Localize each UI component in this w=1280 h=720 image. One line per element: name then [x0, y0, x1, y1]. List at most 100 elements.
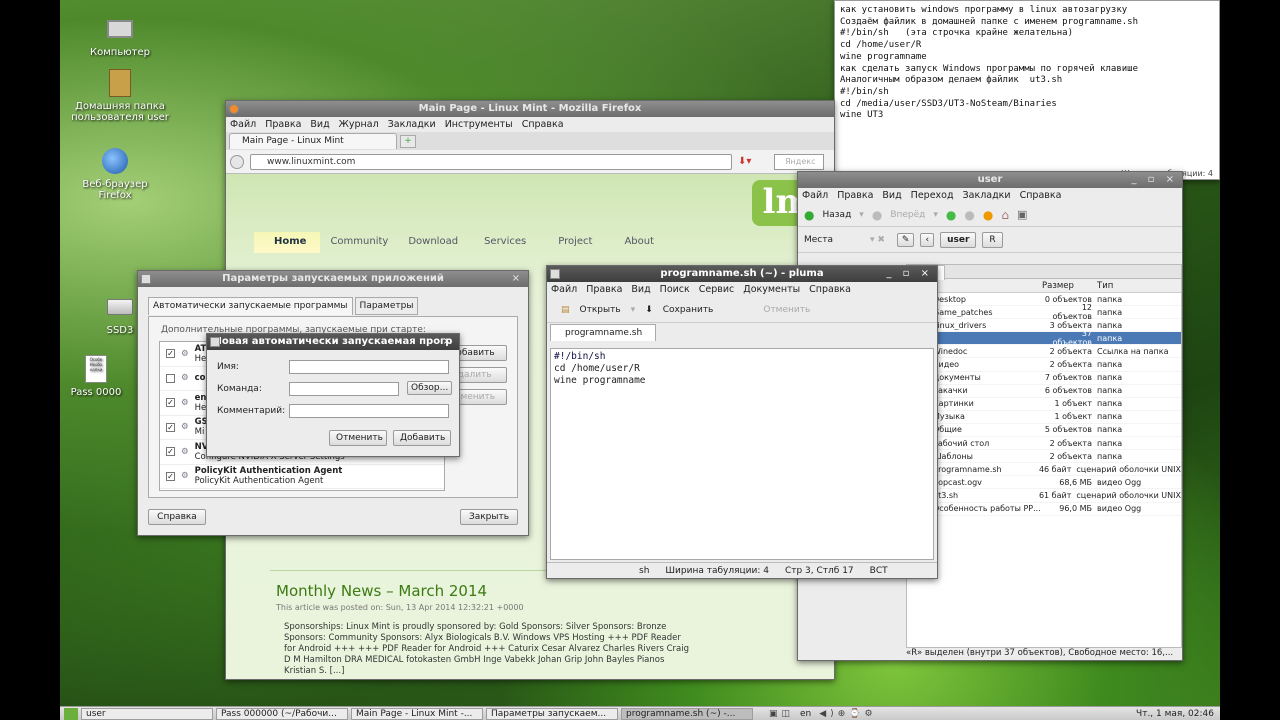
tab-autostart[interactable]: Автоматически запускаемые программы [148, 297, 353, 315]
nav-community[interactable]: Community [320, 232, 398, 253]
keyboard-layout[interactable]: en [800, 709, 811, 719]
tab-width-selector[interactable]: Ширина табуляции: 4 [665, 566, 769, 576]
task-pluma[interactable]: programname.sh (~) -... [621, 707, 753, 720]
nav-home[interactable]: Home [254, 232, 321, 253]
open-button[interactable]: Открыть [580, 305, 621, 315]
file-row[interactable]: Документы 7 объектов папка [907, 372, 1181, 385]
file-row[interactable]: Шаблоны 2 объекта папка [907, 450, 1181, 464]
menu-history[interactable]: Журнал [339, 117, 379, 132]
notes-text[interactable]: как установить windows программу в linux… [835, 1, 1219, 126]
desktop-icon-firefox[interactable]: Веб-браузер Firefox [65, 146, 165, 201]
file-row[interactable]: Музыка 1 объект папка [907, 411, 1181, 424]
pluma-tab[interactable]: programname.sh [550, 323, 656, 341]
computer-icon[interactable]: ▣ [1017, 208, 1027, 221]
nav-services[interactable]: Services [468, 232, 542, 253]
pluma-menu-documents[interactable]: Документы [743, 282, 800, 297]
startup-checkbox[interactable]: ✓ [166, 447, 175, 457]
menu-help[interactable]: Справка [522, 117, 564, 132]
pluma-menu-edit[interactable]: Правка [586, 282, 622, 297]
col-size[interactable]: Размер [1042, 279, 1092, 292]
menu-bookmarks[interactable]: Закладки [388, 117, 436, 132]
add-confirm-button[interactable]: Добавить [393, 430, 451, 446]
open-icon[interactable]: ▤ [561, 305, 570, 315]
window-controls[interactable]: _ ▫ × [1131, 172, 1178, 188]
back-button[interactable] [230, 154, 244, 169]
fm-menu-view[interactable]: Вид [882, 188, 901, 203]
file-row[interactable]: R37 объектовпапка [907, 329, 1181, 347]
browse-button[interactable]: Обзор... [407, 381, 453, 395]
fm-titlebar[interactable]: user _ ▫ × [798, 172, 1182, 188]
browser-tab[interactable]: Main Page - Linux Mint [229, 133, 397, 149]
startup-checkbox[interactable]: ✓ [166, 471, 175, 481]
startup-row[interactable]: ✓ ⚙ PolicyKit Authentication Agent PolicyKi… [160, 465, 444, 489]
save-icon[interactable]: ⬇ [645, 305, 653, 315]
tab-options[interactable]: Параметры [354, 297, 419, 315]
newapp-titlebar[interactable]: Новая автоматически запускаемая прогр × [207, 334, 459, 350]
fm-menu-go[interactable]: Переход [911, 188, 954, 203]
pluma-titlebar[interactable]: programname.sh (~) - pluma _ ▫ × [547, 266, 937, 282]
fm-menu-file[interactable]: Файл [802, 188, 828, 203]
menu-edit[interactable]: Правка [265, 117, 301, 132]
up-icon[interactable]: ● [946, 208, 956, 222]
fm-menu-bookmarks[interactable]: Закладки [963, 188, 1011, 203]
pluma-menu-view[interactable]: Вид [631, 282, 650, 297]
code-editor[interactable]: #!/bin/sh cd /home/user/R wine programna… [550, 348, 934, 560]
menu-tools[interactable]: Инструменты [445, 117, 513, 132]
language-selector[interactable]: sh [639, 566, 649, 576]
download-icon[interactable]: ⬇▾ [738, 156, 768, 167]
fm-menu-edit[interactable]: Правка [837, 188, 873, 203]
save-button[interactable]: Сохранить [663, 305, 714, 315]
menu-file[interactable]: Файл [230, 117, 256, 132]
name-input[interactable] [289, 360, 449, 374]
window-controls[interactable]: _ ▫ × [886, 266, 933, 282]
file-row[interactable]: Winedoc 2 объекта Ссылка на папка [907, 345, 1181, 359]
task-pass[interactable]: Pass 000000 (~/Рабочи... [216, 707, 348, 720]
command-input[interactable] [289, 382, 399, 396]
desktop-icon-pass[interactable]: Особе Необх напки Pass 0000 [66, 354, 126, 398]
fm-back[interactable]: Назад [822, 210, 851, 220]
file-row[interactable]: Game_patches 12 объектов папка [907, 303, 1181, 321]
places-dropdown[interactable]: Места [804, 235, 864, 245]
startup-titlebar[interactable]: Параметры запускаемых приложений × [138, 271, 528, 287]
stop-icon[interactable]: ● [964, 208, 974, 222]
new-tab-icon[interactable]: + [400, 134, 416, 148]
help-button[interactable]: Справка [148, 509, 206, 525]
file-row[interactable]: programname.sh 46 байт сценарий оболочки U… [907, 463, 1181, 477]
undo-button[interactable]: Отменить [763, 305, 810, 315]
file-row[interactable]: ut3.sh 61 байт сценарий оболочки UNIX [907, 489, 1181, 503]
search-field[interactable]: Яндекс [774, 153, 824, 170]
startup-checkbox[interactable]: ✓ [166, 422, 175, 432]
file-row[interactable]: Картинки 1 объект папка [907, 398, 1181, 411]
desktop-icon-home[interactable]: Домашняя папка пользователя user [70, 68, 170, 123]
comment-input[interactable] [289, 404, 449, 418]
close-icon[interactable]: × [443, 334, 455, 350]
nav-project[interactable]: Project [542, 232, 608, 253]
url-field[interactable]: www.linuxmint.com [250, 153, 732, 170]
close-icon[interactable]: × [512, 271, 524, 287]
startup-checkbox[interactable] [166, 373, 175, 383]
path-left-icon[interactable]: ‹ [920, 232, 935, 247]
menu-view[interactable]: Вид [310, 117, 329, 132]
nav-about[interactable]: About [608, 232, 670, 253]
file-row[interactable]: Закачки 6 объектов папка [907, 385, 1181, 398]
task-startup[interactable]: Параметры запускаем... [486, 707, 618, 720]
nav-download[interactable]: Download [398, 232, 468, 253]
file-row[interactable]: Рабочий стол 2 объекта папка [907, 437, 1181, 451]
pluma-menu-search[interactable]: Поиск [660, 282, 690, 297]
home-icon[interactable]: ⌂ [1001, 208, 1009, 222]
file-row[interactable]: Видео 2 объекта папка [907, 358, 1181, 372]
col-type[interactable]: Тип [1092, 279, 1113, 292]
fm-forward[interactable]: Вперёд [890, 210, 925, 220]
startup-checkbox[interactable]: ✓ [166, 349, 175, 359]
clock[interactable]: Чт., 1 мая, 02:46 [1136, 709, 1214, 719]
edit-path-icon[interactable]: ✎ [896, 232, 915, 247]
reload-icon[interactable]: ● [983, 208, 993, 222]
crumb-user[interactable]: user [940, 231, 977, 248]
pluma-menu-help[interactable]: Справка [809, 282, 851, 297]
task-firefox[interactable]: Main Page - Linux Mint -... [351, 707, 483, 720]
startup-checkbox[interactable]: ✓ [166, 398, 175, 408]
back-icon[interactable]: ● [804, 208, 814, 222]
pluma-menu-file[interactable]: Файл [551, 282, 577, 297]
file-row[interactable]: Общие 5 объектов папка [907, 424, 1181, 438]
tray-icons[interactable]: ▣◫ [769, 709, 794, 719]
